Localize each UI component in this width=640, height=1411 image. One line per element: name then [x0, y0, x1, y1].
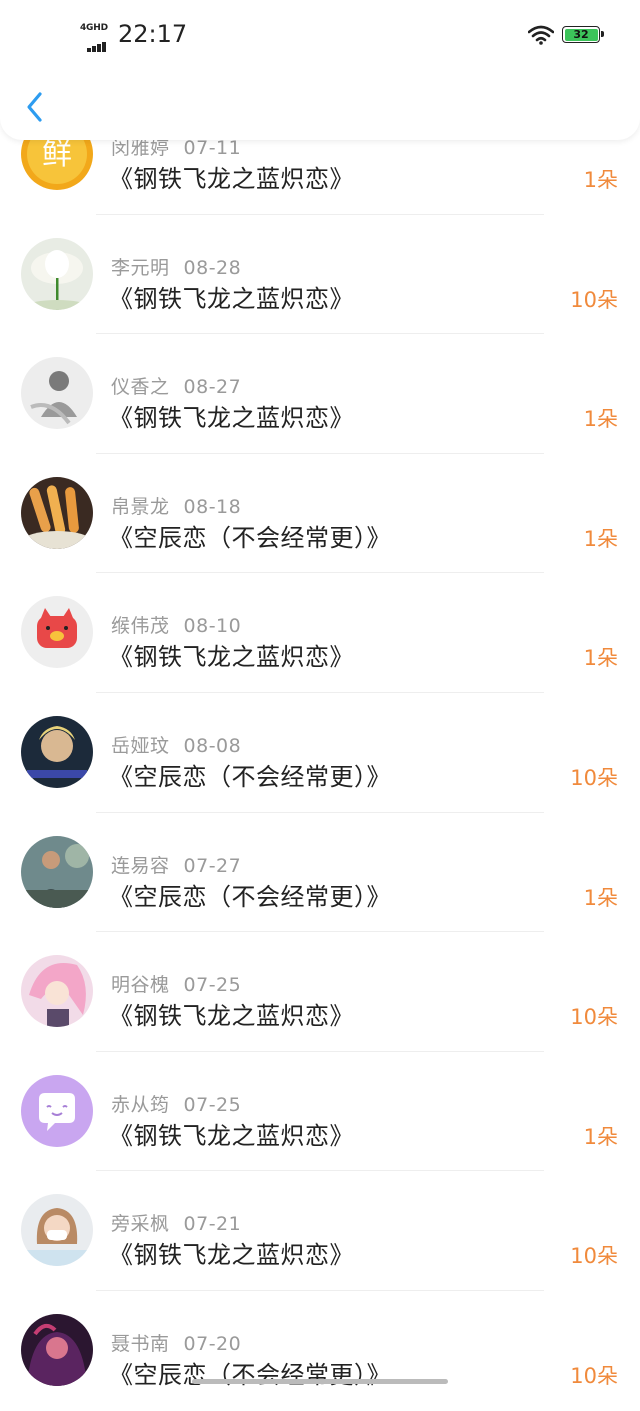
list-item[interactable]: 旁采枫 07-21 《钢铁飞龙之蓝炽恋》 10朵	[0, 1171, 640, 1291]
back-button[interactable]	[20, 90, 50, 124]
battery-icon: 32	[562, 26, 604, 43]
gift-date: 08-27	[183, 376, 242, 399]
gift-date: 07-21	[183, 1213, 242, 1236]
user-name[interactable]: 聂书南	[111, 1333, 170, 1355]
user-name[interactable]: 旁采枫	[111, 1213, 170, 1235]
book-title[interactable]: 《钢铁飞龙之蓝炽恋》	[109, 159, 354, 194]
book-title[interactable]: 《钢铁飞龙之蓝炽恋》	[109, 637, 354, 672]
home-indicator[interactable]	[192, 1379, 448, 1384]
svg-text:鲜: 鲜	[42, 137, 72, 172]
flower-count: 10朵	[570, 1244, 618, 1269]
book-title[interactable]: 《空辰恋（不会经常更）》	[109, 518, 391, 553]
flower-count: 1朵	[583, 407, 618, 432]
flower-count: 1朵	[583, 646, 618, 671]
avatar[interactable]	[21, 237, 93, 310]
book-title[interactable]: 《空辰恋（不会经常更）》	[109, 877, 391, 912]
avatar[interactable]	[21, 955, 93, 1028]
battery-level: 32	[564, 28, 598, 41]
list-item[interactable]: 聂书南 07-20 《空辰恋（不会经常更）》 10朵	[0, 1291, 640, 1411]
book-title[interactable]: 《空辰恋（不会经常更）》	[109, 757, 391, 792]
list-item[interactable]: 连易容 07-27 《空辰恋（不会经常更）》 1朵	[0, 813, 640, 933]
gift-date: 08-18	[183, 495, 242, 518]
status-time: 22:17	[118, 20, 188, 48]
flower-count: 1朵	[583, 1124, 618, 1149]
cellular-signal-icon: 4GHD	[80, 23, 114, 52]
chevron-left-icon	[27, 92, 42, 122]
avatar[interactable]	[21, 1194, 93, 1267]
book-title[interactable]: 《空辰恋（不会经常更）》	[109, 1355, 391, 1390]
avatar[interactable]	[21, 1074, 93, 1147]
flower-count: 1朵	[583, 526, 618, 551]
flower-count: 10朵	[570, 765, 618, 790]
list-item[interactable]: 仪香之 08-27 《钢铁飞龙之蓝炽恋》 1朵	[0, 334, 640, 454]
gift-date: 07-20	[183, 1332, 242, 1355]
flower-count: 1朵	[583, 168, 618, 192]
gift-date: 07-11	[183, 137, 242, 159]
user-name[interactable]: 岳娅玟	[111, 735, 170, 757]
network-type: 4GHD	[80, 23, 108, 33]
flower-count: 10朵	[570, 1005, 618, 1030]
avatar[interactable]	[21, 1313, 93, 1386]
book-title[interactable]: 《钢铁飞龙之蓝炽恋》	[109, 398, 354, 433]
avatar[interactable]	[21, 596, 93, 669]
gift-date: 08-10	[183, 615, 242, 638]
wifi-icon	[528, 25, 554, 45]
avatar[interactable]	[21, 357, 93, 430]
list-item[interactable]: 帛景龙 08-18 《空辰恋（不会经常更）》 1朵	[0, 454, 640, 574]
user-name[interactable]: 李元明	[111, 257, 170, 279]
gift-date: 07-27	[183, 854, 242, 877]
flower-count: 1朵	[583, 885, 618, 910]
list-item[interactable]: 赤从筠 07-25 《钢铁飞龙之蓝炽恋》 1朵	[0, 1052, 640, 1172]
user-name[interactable]: 缑伟茂	[111, 615, 170, 637]
book-title[interactable]: 《钢铁飞龙之蓝炽恋》	[109, 996, 354, 1031]
gift-date: 08-28	[183, 256, 242, 279]
gift-record-list: 鲜 闵雅婷 07-11 《钢铁飞龙之蓝炽恋》 1朵 李元明 08-28 《钢铁飞龙之…	[0, 95, 640, 1411]
user-name[interactable]: 仪香之	[111, 376, 170, 398]
list-item[interactable]: 缑伟茂 08-10 《钢铁飞龙之蓝炽恋》 1朵	[0, 573, 640, 693]
user-name[interactable]: 赤从筠	[111, 1094, 170, 1116]
list-item[interactable]: 李元明 08-28 《钢铁飞龙之蓝炽恋》 10朵	[0, 215, 640, 335]
user-name[interactable]: 连易容	[111, 855, 170, 877]
user-name[interactable]: 帛景龙	[111, 496, 170, 518]
list-item[interactable]: 岳娅玟 08-08 《空辰恋（不会经常更）》 10朵	[0, 693, 640, 813]
avatar[interactable]	[21, 715, 93, 788]
book-title[interactable]: 《钢铁飞龙之蓝炽恋》	[109, 1235, 354, 1270]
flower-count: 10朵	[570, 287, 618, 312]
avatar[interactable]	[21, 835, 93, 908]
book-title[interactable]: 《钢铁飞龙之蓝炽恋》	[109, 279, 354, 314]
gift-date: 07-25	[183, 974, 242, 997]
user-name[interactable]: 闵雅婷	[111, 137, 170, 159]
list-item[interactable]: 明谷槐 07-25 《钢铁飞龙之蓝炽恋》 10朵	[0, 932, 640, 1052]
book-title[interactable]: 《钢铁飞龙之蓝炽恋》	[109, 1116, 354, 1151]
avatar[interactable]	[21, 476, 93, 549]
user-name[interactable]: 明谷槐	[111, 974, 170, 996]
gift-date: 08-08	[183, 734, 242, 757]
gift-date: 07-25	[183, 1093, 242, 1116]
flower-count: 10朵	[570, 1363, 618, 1388]
top-bar: 4GHD 22:17 32	[0, 0, 640, 140]
